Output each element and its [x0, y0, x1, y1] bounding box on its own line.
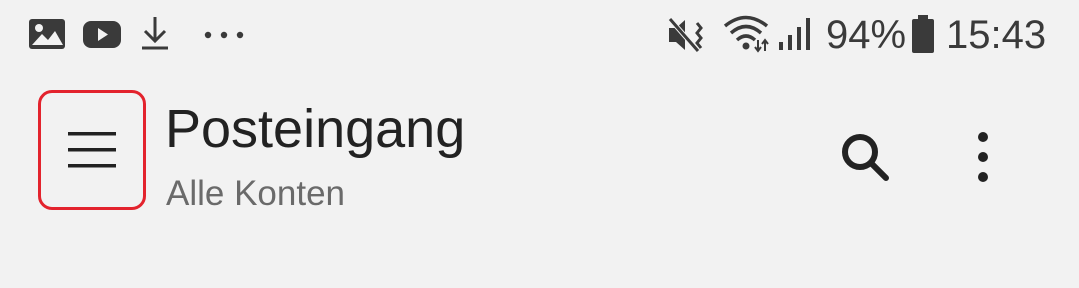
- download-icon: [142, 17, 168, 50]
- youtube-icon: [83, 21, 121, 48]
- toolbar: Posteingang Alle Konten: [0, 80, 1079, 220]
- signal-icon: [779, 18, 810, 50]
- clock: 15:43: [946, 13, 1047, 57]
- page-title: Posteingang: [165, 99, 466, 159]
- more-options-button[interactable]: [958, 122, 1008, 192]
- wifi-icon: [723, 15, 769, 53]
- search-button[interactable]: [830, 122, 900, 192]
- more-vertical-icon: [978, 132, 988, 182]
- more-notifications-icon: [204, 31, 244, 39]
- search-icon: [842, 134, 889, 181]
- battery-percent: 94%: [826, 13, 907, 57]
- menu-icon: [68, 132, 116, 168]
- status-bar: 94% 15:43: [0, 0, 1079, 70]
- vibrate-mute-icon: [668, 17, 703, 53]
- battery-icon: [912, 15, 934, 53]
- account-subtitle: Alle Konten: [166, 174, 346, 213]
- menu-button[interactable]: [38, 90, 146, 210]
- image-icon: [29, 19, 65, 49]
